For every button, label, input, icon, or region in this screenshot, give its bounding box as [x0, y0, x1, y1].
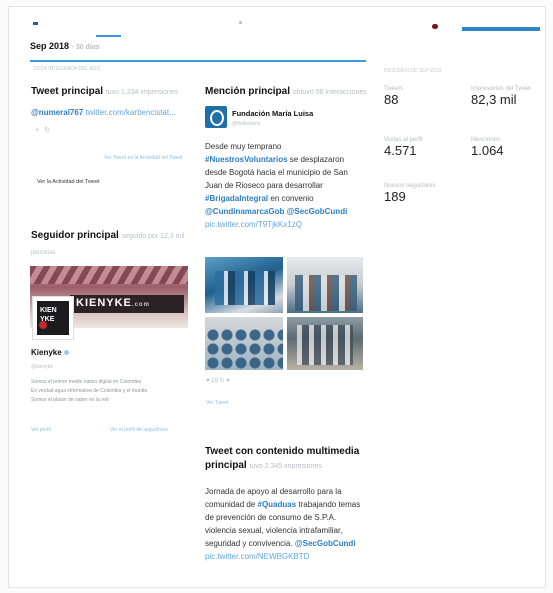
- mention-avatar[interactable]: [205, 106, 227, 128]
- follower-name[interactable]: Kienyke: [31, 348, 69, 357]
- mention-link[interactable]: pic.twitter.com/T9TjkKx1zQ: [205, 220, 302, 229]
- media-tweet-link[interactable]: pic.twitter.com/NEWBGKBTD: [205, 552, 309, 561]
- follower-view-followers[interactable]: Ver el perfil de seguidores: [110, 427, 168, 433]
- mention-hashtag-1[interactable]: #NuestrosVoluntarios: [205, 155, 288, 164]
- top-tweet-handle[interactable]: @numeral767: [31, 108, 83, 117]
- mention-hashtag-2[interactable]: #BrigadaIntegral: [205, 194, 268, 203]
- mention-photo-2[interactable]: [287, 257, 363, 313]
- top-follower-subtitle: personas: [31, 250, 56, 256]
- photo-2-people: [295, 275, 357, 311]
- avatar-logo-mark: [39, 321, 47, 329]
- follower-name-text: Kienyke: [31, 348, 62, 357]
- menu-dot-icon[interactable]: [432, 24, 438, 29]
- follower-bio-3: Somos el placer de saber en la red: [31, 397, 109, 403]
- top-tweet-body: @numeral767 twitter.com/karbencistat...: [31, 108, 176, 117]
- stat-followers: Nuevos seguidores 189: [384, 183, 435, 204]
- month-underline: [96, 35, 121, 37]
- follower-handle: @kienyke: [31, 364, 54, 370]
- banner-stripes: [30, 266, 188, 284]
- top-tweet-link[interactable]: twitter.com/karbencistat...: [86, 108, 176, 117]
- stat-mentions-value: 1.064: [471, 143, 504, 158]
- top-tweet-activity[interactable]: Ver la Actividad del Tweet: [37, 179, 100, 185]
- verified-icon: [63, 350, 69, 355]
- top-tweet-title-text: Tweet principal: [31, 86, 104, 97]
- stat-mentions: Menciones 1.064: [471, 137, 504, 158]
- top-right-bar: [462, 27, 540, 31]
- media-tweet-mention[interactable]: @SecGobCundi: [295, 539, 356, 548]
- media-tweet-title-line1: Tweet con contenido multimedia: [205, 446, 360, 457]
- follower-bio: Somos el primer medio nativo digital en …: [31, 378, 149, 405]
- mention-photo-3[interactable]: [205, 317, 283, 370]
- media-tweet-title-suffix: tuvo 2.345 impresiones: [249, 463, 322, 470]
- follower-bio-2: Es verdad agua informativa de Colombia y…: [31, 388, 149, 394]
- media-tweet-title-line2: principal: [205, 460, 247, 471]
- top-center-dot: [239, 21, 242, 24]
- mention-photo-4[interactable]: [287, 317, 363, 370]
- follower-view-profile[interactable]: Ver perfil: [31, 427, 51, 433]
- media-tweet-text: Jornada de apoyo al desarrollo para la c…: [205, 485, 365, 563]
- section-label: VISTA INTEGRADA DEL MES: [33, 66, 101, 72]
- top-tweet-actions: • ↻: [36, 127, 51, 134]
- top-mention-title-text: Mención principal: [205, 86, 291, 97]
- banner-wordmark: KIENYKE.com: [76, 297, 150, 309]
- photo-3-crowd: [205, 327, 283, 370]
- banner-wordmark-text: KIENYKE: [76, 297, 132, 309]
- stat-profile-visits: Visitas al perfil 4.571: [384, 137, 423, 158]
- month-label[interactable]: Sep 2018 · 30 días: [30, 41, 100, 51]
- stat-impressions-value: 82,3 mil: [471, 92, 517, 107]
- top-mention-title-suffix: obtuvo 56 interacciones: [292, 89, 367, 96]
- top-follower-title-suffix: seguido por 12,3 mil: [121, 233, 185, 240]
- follower-bio-1: Somos el primer medio nativo digital en …: [31, 379, 142, 385]
- stat-tweets-value: 88: [384, 92, 399, 107]
- mention-account-handle: @fmlmoreno: [232, 121, 261, 127]
- mention-text-3: en convenio: [270, 194, 314, 203]
- follower-avatar[interactable]: KIEN YKE: [33, 297, 73, 339]
- stat-followers-value: 189: [384, 189, 406, 204]
- mention-account-name[interactable]: Fundación María Luisa: [232, 109, 313, 118]
- stat-profile-visits-value: 4.571: [384, 143, 417, 158]
- photo-1-people: [215, 271, 275, 305]
- mention-photo-1[interactable]: [205, 257, 283, 313]
- month-date: Sep 2018: [30, 41, 70, 51]
- top-left-mark: [33, 22, 38, 25]
- mention-mention-1[interactable]: @CundinamarcaGob: [205, 207, 284, 216]
- top-follower-title: Seguidor principal seguido por 12,3 mil: [31, 230, 185, 241]
- mention-mention-2[interactable]: @SecGobCundi: [287, 207, 348, 216]
- mention-actions: ♥ 15 ↻ ♥: [206, 378, 230, 384]
- month-suffix: · 30 días: [71, 44, 100, 51]
- top-tweet-title: Tweet principal tuvo 1.234 impresiones: [31, 86, 178, 97]
- summary-title: RESUMEN DE SEP 2018: [384, 68, 442, 74]
- mention-text-1: Desde muy temprano: [205, 142, 282, 151]
- top-tweet-view-link[interactable]: Ver Tweet en la Actividad del Tweet: [104, 155, 182, 161]
- media-tweet-hashtag[interactable]: #Quaduas: [258, 500, 297, 509]
- stat-impressions: Impresiones del Tweet 82,3 mil: [471, 86, 531, 107]
- section-rule: [30, 60, 366, 62]
- mention-view-link[interactable]: Ver Tweet: [206, 400, 228, 406]
- media-tweet-title-line2-wrap: principal tuvo 2.345 impresiones: [205, 459, 365, 474]
- media-tweet-title: Tweet con contenido multimedia principal…: [205, 445, 365, 474]
- top-follower-title-text: Seguidor principal: [31, 230, 119, 241]
- stat-tweets: Tweets 88: [384, 86, 403, 107]
- mention-text: Desde muy temprano #NuestrosVoluntarios …: [205, 140, 363, 231]
- top-mention-title: Mención principal obtuvo 56 interaccione…: [205, 86, 367, 97]
- photo-4-scene: [297, 325, 353, 365]
- banner-wordmark-suffix: .com: [131, 302, 150, 308]
- top-tweet-title-suffix: tuvo 1.234 impresiones: [105, 89, 179, 96]
- mention-avatar-ring: [210, 110, 224, 126]
